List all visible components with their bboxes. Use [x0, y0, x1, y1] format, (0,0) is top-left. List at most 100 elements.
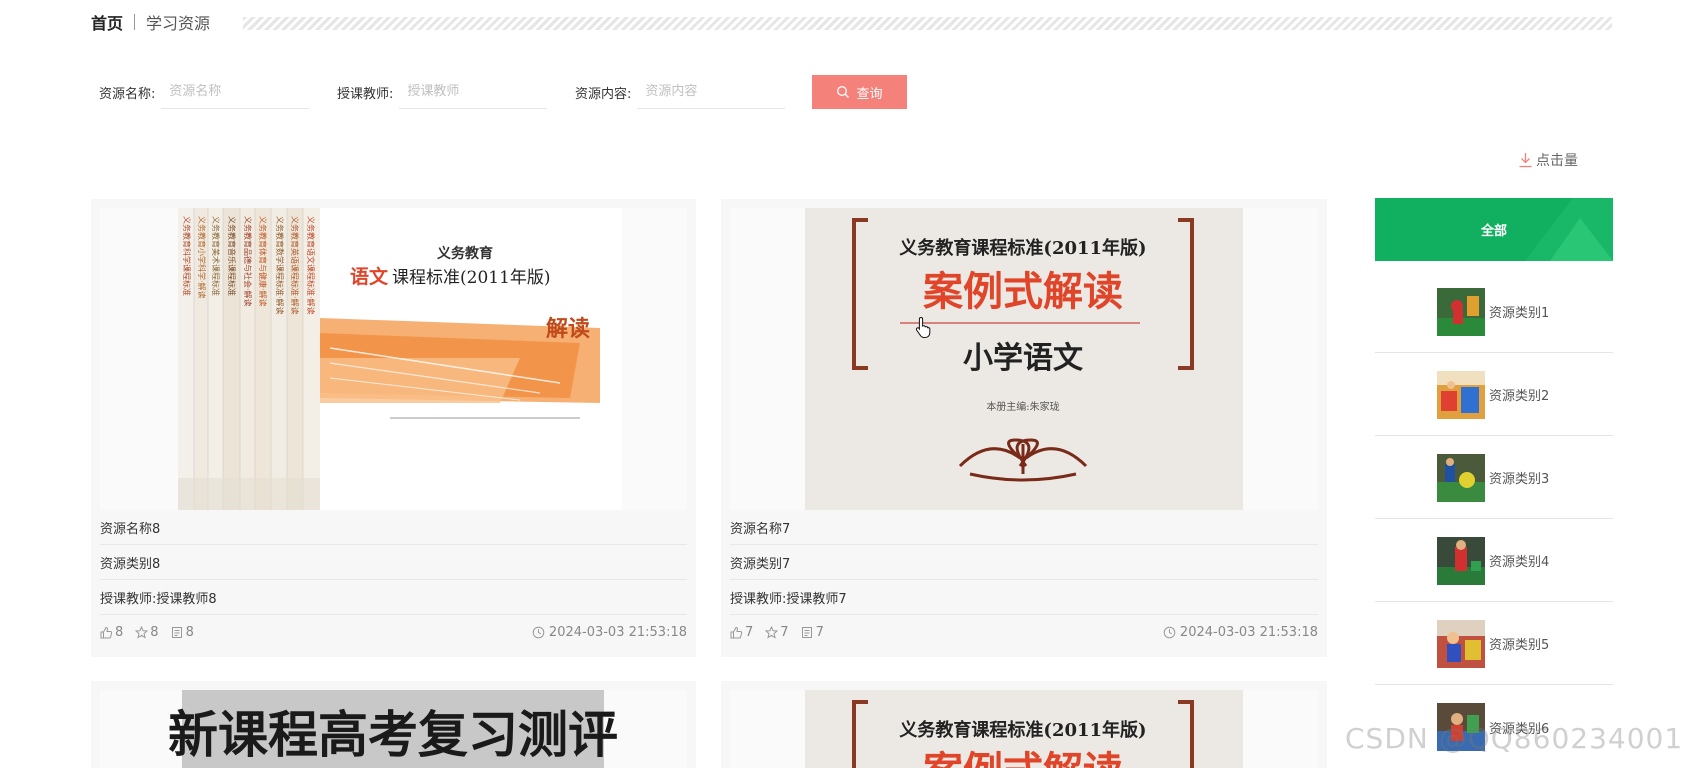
svg-text:义务教育课程标准(2011年版): 义务教育课程标准(2011年版)	[899, 719, 1146, 741]
search-field-teacher: 授课教师:	[337, 74, 548, 110]
resource-stats: 7 7 7	[730, 625, 824, 640]
svg-text:义务教育体育与健康·解读: 义务教育体育与健康·解读	[258, 216, 268, 307]
resource-cover-image[interactable]: 新课程高考复习测评	[100, 690, 687, 768]
svg-text:义务教育课程标准(2011年版): 义务教育课程标准(2011年版)	[899, 237, 1146, 259]
svg-text:义务教育: 义务教育	[437, 245, 493, 262]
category-label: 资源类别1	[1489, 306, 1550, 321]
category-thumbnail	[1437, 453, 1485, 502]
watermark-text: CSDN @QQ860234001	[1345, 722, 1684, 755]
resource-cover-image[interactable]: 义务教育科学课程标准 义务教育小学科学·解读 义务教育美术课程标准 义务教育音乐…	[100, 208, 687, 510]
resource-card[interactable]: 新课程高考复习测评	[91, 681, 696, 768]
category-all-label: 全部	[1480, 224, 1507, 239]
category-item[interactable]: 资源类别2	[1375, 354, 1613, 436]
svg-text:案例式解读: 案例式解读	[923, 748, 1123, 768]
svg-text:课程标准(2011年版): 课程标准(2011年版)	[392, 268, 551, 288]
teacher-input[interactable]	[399, 75, 548, 109]
like-count: 7	[745, 624, 754, 640]
breadcrumb: 首页 学习资源	[91, 10, 210, 34]
resource-time-text: 2024-03-03 21:53:18	[1179, 624, 1318, 640]
resource-time: 2024-03-03 21:53:18	[1163, 625, 1318, 640]
thumbs-up-icon	[730, 626, 743, 638]
resource-name-input[interactable]	[161, 75, 310, 109]
resource-category: 资源类别8	[100, 546, 687, 580]
category-item[interactable]: 资源类别3	[1375, 437, 1613, 519]
category-thumbnail	[1437, 619, 1485, 668]
svg-text:语文: 语文	[350, 265, 389, 288]
resource-name[interactable]: 资源名称7	[730, 511, 1318, 545]
svg-text:义务教育数学课程标准·解读: 义务教育数学课程标准·解读	[275, 216, 285, 315]
category-label: 资源类别5	[1489, 638, 1550, 653]
svg-text:解读: 解读	[546, 316, 590, 342]
svg-text:小学语文: 小学语文	[963, 341, 1083, 376]
category-thumbnail	[1437, 536, 1485, 585]
category-all-button[interactable]: 全部	[1375, 198, 1613, 261]
clock-icon	[532, 626, 545, 638]
favorite-stat[interactable]: 7	[765, 625, 789, 640]
download-icon	[1519, 153, 1532, 168]
resource-card[interactable]: 义务教育科学课程标准 义务教育小学科学·解读 义务教育美术课程标准 义务教育音乐…	[91, 199, 696, 657]
book-cover-illustration: 义务教育课程标准(2011年版) 案例式解读	[730, 690, 1318, 768]
content-label: 资源内容:	[575, 86, 632, 102]
book-cover-illustration: 义务教育科学课程标准 义务教育小学科学·解读 义务教育美术课程标准 义务教育音乐…	[100, 208, 687, 510]
comment-count: 8	[185, 624, 194, 640]
category-label: 资源类别4	[1489, 555, 1550, 570]
resource-name-label: 资源名称:	[99, 86, 156, 102]
search-icon	[837, 86, 850, 98]
resource-meta: 8 8 8 2024-03-03 21:53:18	[100, 621, 687, 643]
search-field-resource-name: 资源名称:	[99, 74, 310, 110]
book-front-cover: 义务教育 语文 课程标准(2011年版) 解读	[320, 208, 622, 510]
comment-icon	[171, 626, 182, 638]
category-label: 资源类别2	[1489, 389, 1550, 404]
book-spines: 义务教育科学课程标准 义务教育小学科学·解读 义务教育美术课程标准 义务教育音乐…	[178, 208, 320, 510]
favorite-stat[interactable]: 8	[135, 625, 159, 640]
resource-cover-image[interactable]: 义务教育课程标准(2011年版) 案例式解读	[730, 690, 1318, 768]
teacher-label: 授课教师:	[337, 86, 394, 102]
search-field-content: 资源内容:	[575, 74, 786, 110]
svg-text:义务教育品德与社会·解读: 义务教育品德与社会·解读	[243, 216, 253, 307]
comment-stat[interactable]: 8	[171, 625, 194, 640]
svg-text:义务教育科学课程标准: 义务教育科学课程标准	[182, 216, 192, 296]
resource-stats: 8 8 8	[100, 625, 194, 640]
header-stripe-decoration	[243, 17, 1612, 30]
like-stat[interactable]: 7	[730, 625, 753, 640]
book-cover-illustration: 义务教育课程标准(2011年版) 案例式解读 小学语文 本册主编:朱家珑	[730, 208, 1318, 510]
breadcrumb-separator	[134, 14, 136, 30]
like-stat[interactable]: 8	[100, 625, 123, 640]
svg-text:义务教育英语课程标准·解读: 义务教育英语课程标准·解读	[290, 216, 300, 315]
clock-icon	[1163, 626, 1176, 638]
category-item[interactable]: 资源类别4	[1375, 520, 1613, 602]
category-label: 资源类别3	[1489, 472, 1550, 487]
resource-meta: 7 7 7 2024-03-03 21:53:18	[730, 621, 1318, 643]
star-icon	[765, 625, 779, 639]
category-thumbnail	[1437, 287, 1485, 336]
star-icon	[135, 625, 149, 639]
resource-card[interactable]: 义务教育课程标准(2011年版) 案例式解读	[721, 681, 1327, 768]
svg-text:义务教育音乐课程标准: 义务教育音乐课程标准	[227, 216, 237, 296]
comment-icon	[801, 626, 812, 638]
sort-label: 点击量	[1536, 153, 1578, 169]
svg-text:义务教育语文课程标准·解读: 义务教育语文课程标准·解读	[306, 216, 316, 315]
resource-time-text: 2024-03-03 21:53:18	[548, 624, 687, 640]
sort-by-clicks[interactable]: 点击量	[1518, 150, 1578, 170]
category-item[interactable]: 资源类别1	[1375, 271, 1613, 353]
resource-teacher: 授课教师:授课教师7	[730, 581, 1318, 615]
resource-name[interactable]: 资源名称8	[100, 511, 687, 545]
breadcrumb-current: 学习资源	[146, 14, 211, 33]
svg-text:义务教育美术课程标准: 义务教育美术课程标准	[211, 216, 221, 296]
resource-time: 2024-03-03 21:53:18	[532, 625, 687, 640]
resource-card[interactable]: 义务教育课程标准(2011年版) 案例式解读 小学语文 本册主编:朱家珑 资源名…	[721, 199, 1327, 657]
hand-cursor-icon	[915, 316, 931, 338]
breadcrumb-home[interactable]: 首页	[91, 10, 123, 34]
svg-text:案例式解读: 案例式解读	[923, 268, 1123, 315]
resource-cover-image[interactable]: 义务教育课程标准(2011年版) 案例式解读 小学语文 本册主编:朱家珑	[730, 208, 1318, 510]
resource-teacher: 授课教师:授课教师8	[100, 581, 687, 615]
category-item[interactable]: 资源类别5	[1375, 603, 1613, 685]
thumbs-up-icon	[100, 626, 113, 638]
query-button-label: 查询	[856, 86, 883, 102]
comment-stat[interactable]: 7	[801, 625, 824, 640]
content-input[interactable]	[637, 75, 786, 109]
like-count: 8	[115, 624, 124, 640]
category-thumbnail	[1437, 370, 1485, 419]
resource-category: 资源类别7	[730, 546, 1318, 580]
query-button[interactable]: 查询	[812, 75, 907, 109]
